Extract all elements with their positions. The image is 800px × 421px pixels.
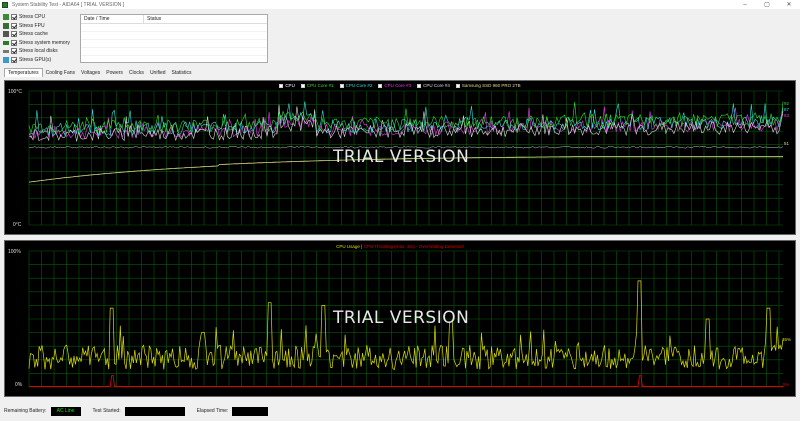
stress-option-cache[interactable]: Stress cache [3, 30, 78, 39]
legend-label: Samsung SSD 960 PRO 2TB [461, 83, 521, 88]
window-title: System Stability Test - AIDA64 [ TRIAL V… [12, 1, 125, 8]
throttling-title: CPU Throttling (max: 4%) - Overheating D… [363, 244, 464, 249]
core3-current-value: 83 [783, 113, 789, 118]
usage-graph-title: CPU Usage | CPU Throttling (max: 4%) - O… [5, 244, 795, 249]
stress-option-label: Stress system memory [19, 39, 70, 46]
legend-item-ssd[interactable]: Samsung SSD 960 PRO 2TB [455, 83, 521, 88]
title-separator: | [361, 244, 363, 249]
tab-cooling-fans[interactable]: Cooling Fans [43, 69, 78, 77]
usage-axis-min: 0% [15, 382, 23, 388]
cpu-usage-current-value: 35% [781, 337, 791, 342]
close-button[interactable]: ✕ [778, 0, 800, 9]
temperature-graph: CPU CPU Core #1 CPU Core #2 CPU Core #3 … [4, 80, 796, 235]
elapsed-time-value [232, 406, 269, 416]
test-started-value [124, 406, 185, 416]
status-log-table[interactable]: Date / Time Status [80, 14, 268, 63]
stress-option-cpu[interactable]: Stress CPU [3, 13, 78, 22]
tab-temperatures[interactable]: Temperatures [4, 68, 43, 77]
gpu-icon [3, 56, 9, 63]
graph-tabs: Temperatures Cooling Fans Voltages Power… [4, 68, 195, 77]
stress-option-disks[interactable]: Stress local disks [3, 47, 78, 56]
stress-option-gpu[interactable]: Stress GPU(s) [3, 56, 78, 65]
trial-version-watermark: TRIAL VERSION [333, 308, 470, 328]
usage-axis-max: 100% [8, 249, 21, 255]
stress-option-memory[interactable]: Stress system memory [3, 39, 78, 48]
legend-checkbox[interactable] [279, 83, 284, 88]
fpu-icon [3, 22, 9, 29]
core1-temp-series [28, 101, 784, 134]
tab-powers[interactable]: Powers [103, 69, 126, 77]
trial-version-watermark: TRIAL VERSION [333, 147, 470, 167]
elapsed-time-label: Elapsed Time: [196, 408, 229, 414]
battery-label: Remaining Battery: [4, 408, 47, 414]
legend-checkbox[interactable] [339, 83, 344, 88]
legend-checkbox[interactable] [300, 83, 305, 88]
legend-label: CPU Core #4 [423, 83, 450, 88]
tab-clocks[interactable]: Clocks [126, 69, 147, 77]
legend-item-core1[interactable]: CPU Core #1 [300, 83, 334, 88]
stress-gpu-checkbox[interactable] [11, 56, 17, 63]
cpu-usage-title: CPU Usage [336, 244, 360, 249]
status-bar: Remaining Battery: AC Line Test Started:… [4, 405, 796, 417]
status-column-header[interactable]: Status [144, 16, 161, 22]
cpu-throttle-series [29, 375, 783, 387]
stress-disks-checkbox[interactable] [11, 48, 17, 55]
stress-memory-checkbox[interactable] [11, 39, 17, 46]
stress-fpu-checkbox[interactable] [11, 22, 17, 29]
cpu-icon [3, 14, 9, 21]
cache-icon [3, 31, 9, 38]
cpu-usage-graph: CPU Usage | CPU Throttling (max: 4%) - O… [4, 240, 796, 397]
core3-temp-series [28, 106, 784, 140]
legend-checkbox[interactable] [455, 83, 460, 88]
temp-axis-min: 0°C [13, 222, 22, 228]
stress-option-label: Stress CPU [19, 14, 46, 21]
temp-axis-max: 100°C [8, 89, 22, 95]
stress-options: Stress CPU Stress FPU Stress cache Stres… [3, 13, 78, 64]
stress-option-fpu[interactable]: Stress FPU [3, 22, 78, 31]
tab-voltages[interactable]: Voltages [78, 69, 103, 77]
throttle-current-value: 0% [782, 382, 789, 387]
disk-icon [3, 49, 9, 53]
ssd-current-value: 51 [783, 141, 789, 146]
legend-label: CPU Core #1 [306, 83, 334, 88]
maximize-button[interactable]: ▢ [756, 0, 778, 9]
stress-cpu-checkbox[interactable] [11, 14, 17, 21]
core2-current-value: 87 [783, 107, 789, 112]
legend-item-core3[interactable]: CPU Core #3 [378, 83, 411, 88]
stress-option-label: Stress GPU(s) [19, 56, 52, 63]
memory-icon [3, 40, 9, 45]
tab-unified[interactable]: Unified [147, 69, 169, 77]
app-icon [2, 1, 8, 8]
legend-item-cpu[interactable]: CPU [279, 83, 295, 88]
legend-checkbox[interactable] [417, 83, 422, 88]
datetime-column-header[interactable]: Date / Time [81, 15, 144, 23]
legend-item-core2[interactable]: CPU Core #2 [339, 83, 373, 88]
legend-checkbox[interactable] [378, 83, 383, 88]
legend-item-core4[interactable]: CPU Core #4 [417, 83, 450, 88]
tab-statistics[interactable]: Statistics [169, 69, 195, 77]
minimize-button[interactable]: – [734, 0, 756, 9]
stress-cache-checkbox[interactable] [11, 31, 17, 38]
battery-value: AC Line [50, 406, 81, 416]
stress-option-label: Stress cache [19, 31, 48, 38]
core1-current-value: 92 [783, 101, 789, 106]
title-bar: System Stability Test - AIDA64 [ TRIAL V… [0, 0, 800, 9]
legend-label: CPU [285, 83, 295, 88]
legend-label: CPU Core #2 [345, 83, 373, 88]
stress-option-label: Stress local disks [19, 48, 58, 55]
test-started-label: Test Started: [92, 408, 121, 414]
stress-option-label: Stress FPU [19, 22, 45, 29]
legend-label: CPU Core #3 [384, 83, 412, 88]
temperature-legend: CPU CPU Core #1 CPU Core #2 CPU Core #3 … [5, 83, 795, 88]
